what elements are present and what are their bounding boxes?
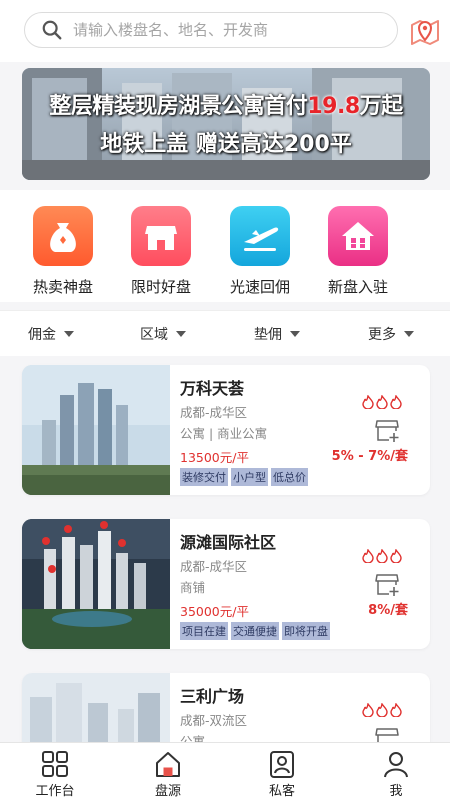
- banner-subline: 地铁上盖 赠送高达200平: [100, 132, 352, 157]
- map-location-icon[interactable]: [408, 14, 442, 48]
- money-bag-icon: [33, 206, 93, 266]
- filter-more[interactable]: 更多: [368, 324, 414, 344]
- contact-icon: [270, 751, 294, 778]
- listing-tag: 装修交付: [180, 468, 228, 486]
- listing-price: 35000元/平: [180, 604, 249, 619]
- listing-name: 源滩国际社区: [180, 533, 277, 552]
- listing-tag: 即将开盘: [282, 622, 330, 640]
- listing-tag: 低总价: [271, 468, 308, 486]
- commission-rate: 5% - 7%/套: [331, 449, 408, 464]
- search-icon: [42, 20, 62, 40]
- tab-me[interactable]: 我: [361, 749, 431, 799]
- search-box[interactable]: [24, 12, 398, 48]
- house-icon: [328, 206, 388, 266]
- listing-location: 成都-成华区: [180, 559, 248, 574]
- search-input[interactable]: [73, 21, 373, 39]
- fire-icon: [362, 703, 374, 717]
- hot-rating: [362, 549, 402, 563]
- airplane-icon: [230, 206, 290, 266]
- listing-name: 万科天荟: [180, 379, 245, 398]
- listing-image: [22, 365, 170, 495]
- quick-item-fast-commission[interactable]: 光速回佣: [215, 206, 305, 297]
- listing-name: 三利广场: [180, 687, 245, 706]
- quick-actions: 热卖神盘 限时好盘 光速回佣 新盘入驻: [0, 190, 450, 302]
- listing-card[interactable]: 万科天荟 成都-成华区 公寓 | 商业公寓 13500元/平 装修交付 小户型 …: [22, 365, 430, 495]
- store-add-icon[interactable]: [374, 571, 400, 597]
- listing-tag: 项目在建: [180, 622, 228, 640]
- caret-down-icon: [64, 331, 74, 337]
- listing-tag: 小户型: [231, 468, 268, 486]
- grid-icon: [42, 751, 68, 777]
- listing-tags: 项目在建 交通便捷 即将开盘: [180, 622, 330, 640]
- fire-icon: [376, 395, 388, 409]
- hot-rating: [362, 395, 402, 409]
- caret-down-icon: [290, 331, 300, 337]
- fire-icon: [390, 395, 402, 409]
- listing-card[interactable]: 源滩国际社区 成都-成华区 商铺 35000元/平 项目在建 交通便捷 即将开盘…: [22, 519, 430, 649]
- filter-advance[interactable]: 垫佣: [254, 324, 300, 344]
- user-icon: [384, 752, 408, 778]
- quick-item-hot-sale[interactable]: 热卖神盘: [18, 206, 108, 297]
- tab-clients[interactable]: 私客: [247, 749, 317, 799]
- filter-commission[interactable]: 佣金: [28, 324, 74, 344]
- home-icon: [156, 752, 180, 777]
- hot-rating: [362, 703, 402, 717]
- caret-down-icon: [404, 331, 414, 337]
- listing-image: [22, 519, 170, 649]
- quick-item-limited[interactable]: 限时好盘: [116, 206, 206, 297]
- shop-icon: [131, 206, 191, 266]
- fire-icon: [390, 703, 402, 717]
- listing-price: 13500元/平: [180, 450, 249, 465]
- top-bar: [0, 0, 450, 62]
- listing-location: 成都-成华区: [180, 405, 248, 420]
- bottom-tab-bar: 工作台 盘源 私客 我: [0, 742, 450, 800]
- quick-item-new-listing[interactable]: 新盘入驻: [313, 206, 403, 297]
- fire-icon: [376, 703, 388, 717]
- listing-location: 成都-双流区: [180, 713, 248, 728]
- filter-bar: 佣金 区域 垫佣 更多: [0, 310, 450, 356]
- fire-icon: [376, 549, 388, 563]
- banner-headline: 整层精装现房湖景公寓首付19.8万起: [49, 94, 403, 119]
- banner-background: [22, 68, 430, 180]
- fire-icon: [362, 395, 374, 409]
- filter-region[interactable]: 区域: [140, 324, 186, 344]
- listing-type: 公寓 | 商业公寓: [180, 426, 268, 441]
- store-add-icon[interactable]: [374, 417, 400, 443]
- listing-type: 商铺: [180, 580, 206, 595]
- commission-rate: 8%/套: [368, 603, 408, 618]
- caret-down-icon: [176, 331, 186, 337]
- promo-banner[interactable]: 整层精装现房湖景公寓首付19.8万起 地铁上盖 赠送高达200平: [22, 68, 430, 180]
- tab-listings[interactable]: 盘源: [133, 749, 203, 799]
- listing-tags: 装修交付 小户型 低总价: [180, 468, 308, 486]
- listing-tag: 交通便捷: [231, 622, 279, 640]
- fire-icon: [390, 549, 402, 563]
- fire-icon: [362, 549, 374, 563]
- tab-workbench[interactable]: 工作台: [20, 749, 90, 799]
